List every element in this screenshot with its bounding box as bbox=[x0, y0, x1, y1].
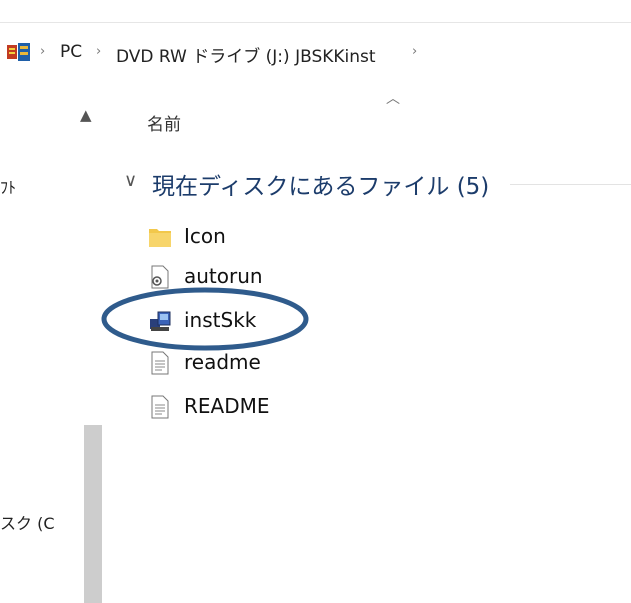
nav-item-local-disk[interactable]: スク (C bbox=[0, 510, 55, 534]
text-document-icon bbox=[151, 395, 169, 419]
breadcrumb-separator[interactable]: › bbox=[412, 44, 417, 59]
group-header[interactable]: ∨ 現在ディスクにあるファイル (5) bbox=[124, 166, 631, 202]
group-divider bbox=[510, 184, 631, 185]
column-header-name[interactable]: 名前 bbox=[147, 110, 181, 135]
address-bar[interactable]: › PC › DVD RW ドライブ (J:) JBSKKinst › bbox=[0, 34, 631, 70]
breadcrumb-separator[interactable]: › bbox=[40, 44, 45, 59]
file-name: readme bbox=[184, 350, 261, 374]
breadcrumb-dvd-drive[interactable]: DVD RW ドライブ (J:) JBSKKinst bbox=[116, 42, 376, 67]
file-name: README bbox=[184, 394, 270, 418]
file-row-icon-folder[interactable]: Icon bbox=[148, 222, 448, 250]
folder-icon bbox=[149, 229, 171, 247]
chevron-down-icon[interactable]: ∨ bbox=[124, 170, 137, 191]
scrollbar-thumb[interactable] bbox=[84, 425, 102, 603]
file-name: Icon bbox=[184, 224, 226, 248]
highlight-ellipse bbox=[101, 287, 309, 351]
breadcrumb-separator[interactable]: › bbox=[96, 44, 101, 59]
navigation-pane[interactable]: ▲ ﾌﾄ スク (C bbox=[0, 70, 102, 603]
file-row-readme[interactable]: readme bbox=[148, 348, 448, 376]
nav-item-partial[interactable]: ﾌﾄ bbox=[0, 174, 16, 198]
group-title: 現在ディスクにあるファイル (5) bbox=[152, 174, 490, 200]
scroll-up-icon[interactable]: ▲ bbox=[80, 106, 92, 124]
text-document-icon bbox=[151, 351, 169, 375]
breadcrumb-pc[interactable]: PC bbox=[60, 42, 82, 62]
dvd-drive-icon[interactable] bbox=[6, 41, 32, 63]
ribbon-divider bbox=[0, 22, 631, 23]
sort-ascending-icon: ︿ bbox=[386, 91, 400, 107]
file-name: autorun bbox=[184, 264, 263, 288]
file-row-readme-upper[interactable]: README bbox=[148, 392, 448, 420]
